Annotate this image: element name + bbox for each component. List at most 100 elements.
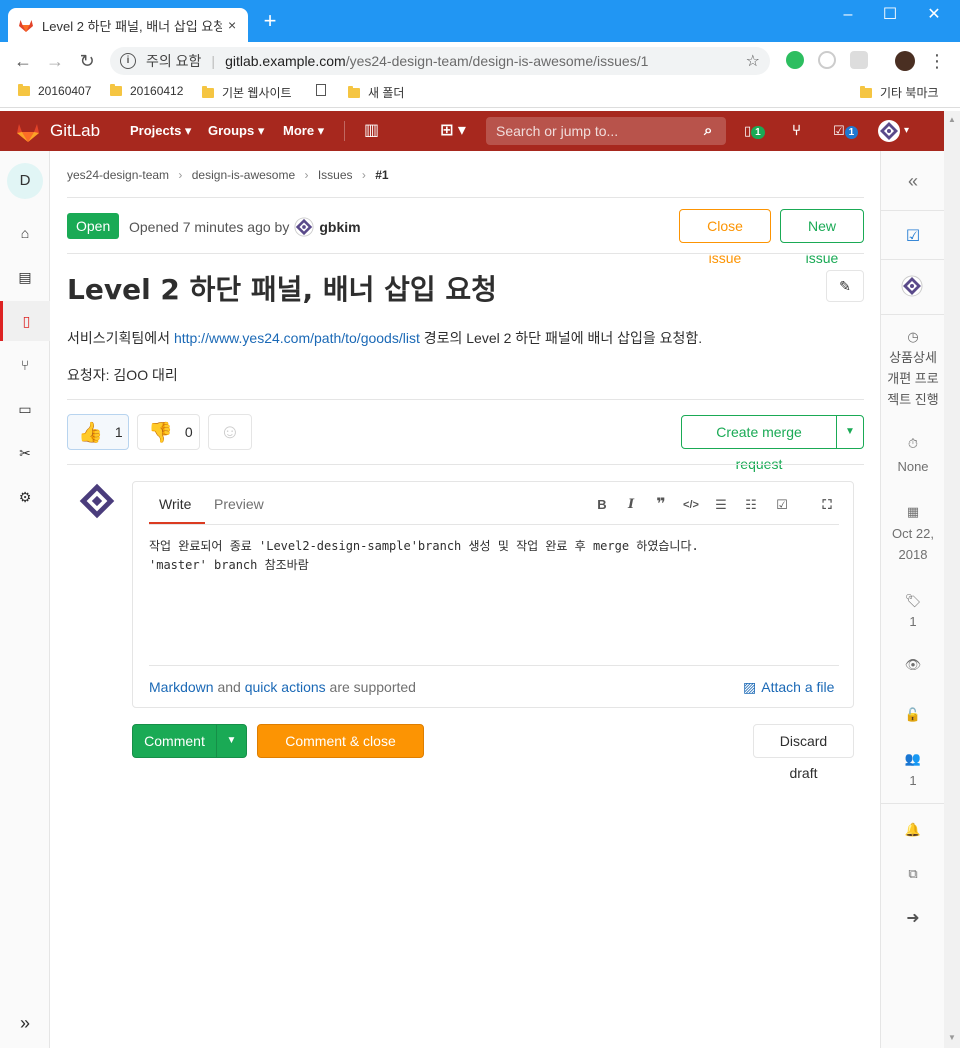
browser-tab[interactable]: Level 2 하단 패널, 배너 삽입 요청 - × xyxy=(8,8,248,42)
collapse-sidebar-icon[interactable]: « xyxy=(881,171,945,192)
gitlab-logo-icon[interactable] xyxy=(16,120,40,142)
italic-icon[interactable]: I xyxy=(622,496,640,514)
bookmark-item[interactable]: 20160407 xyxy=(18,84,91,98)
settings-gear-icon[interactable]: ⚙ xyxy=(0,477,50,517)
fullscreen-icon[interactable]: ⛶ xyxy=(818,496,836,514)
labels-icon[interactable]: 🏷 xyxy=(881,590,945,611)
bookmark-item[interactable] xyxy=(316,84,332,96)
tab-close-icon[interactable]: × xyxy=(228,17,236,33)
merge-requests-icon[interactable]: ⑂ xyxy=(792,111,801,151)
nav-more[interactable]: More ▾ xyxy=(283,111,324,151)
add-reaction-button[interactable]: ☺ xyxy=(208,414,252,450)
page-scrollbar[interactable]: ▲ ▼ xyxy=(944,111,960,1048)
bookmark-item[interactable]: 20160412 xyxy=(110,84,183,98)
time-tracking-icon[interactable]: ⏱ xyxy=(881,433,945,454)
nav-projects[interactable]: Projects ▾ xyxy=(130,111,191,151)
search-input[interactable]: Search or jump to... xyxy=(486,117,726,145)
lock-icon[interactable]: 🔓 xyxy=(881,704,945,725)
author-avatar[interactable] xyxy=(294,217,314,237)
scroll-up-icon[interactable]: ▲ xyxy=(948,115,956,124)
project-sidebar: D ⌂ ▤ ▯ ⑂ ▭ ✂ ⚙ » xyxy=(0,151,50,1048)
bold-icon[interactable]: B xyxy=(593,496,611,514)
scroll-down-icon[interactable]: ▼ xyxy=(948,1033,956,1042)
issues-icon[interactable]: ▯ 1 xyxy=(744,111,765,151)
new-issue-button[interactable]: New issue xyxy=(780,209,864,266)
attach-file-button[interactable]: ▨ Attach a file xyxy=(743,679,834,696)
menu-icon[interactable]: ⋮ xyxy=(926,50,948,72)
quote-icon[interactable]: ❞ xyxy=(652,496,670,514)
expand-sidebar-icon[interactable]: » xyxy=(0,1003,50,1043)
gitlab-brand[interactable]: GitLab xyxy=(50,111,100,151)
editor-footer-divider xyxy=(149,665,839,666)
header-divider xyxy=(344,121,345,141)
extension-icon[interactable] xyxy=(818,51,836,69)
info-icon[interactable]: i xyxy=(120,53,136,69)
confidentiality-eye-icon[interactable]: 👁 xyxy=(881,654,945,675)
breadcrumb-group[interactable]: yes24-design-team xyxy=(67,168,169,182)
extension-icon[interactable] xyxy=(850,51,868,69)
todo-checkbox-icon[interactable]: ☑ xyxy=(881,226,945,247)
comment-dropdown-icon[interactable]: ▼ xyxy=(216,724,247,758)
bookmark-item[interactable]: 기본 웹사이트 xyxy=(202,84,292,101)
tab-preview[interactable]: Preview xyxy=(214,496,264,512)
minimize-icon[interactable]: – xyxy=(828,4,868,26)
code-icon[interactable]: </> xyxy=(682,496,700,514)
comment-close-button[interactable]: Comment & close issue xyxy=(257,724,424,781)
evernote-extension-icon[interactable] xyxy=(786,51,804,69)
opened-text: Opened 7 minutes ago by xyxy=(129,219,290,235)
activity-chart-icon[interactable]: ▥ xyxy=(364,111,379,151)
commenter-avatar[interactable] xyxy=(78,482,116,520)
address-bar[interactable]: i 주의 요함 | gitlab.example.com /yes24-desi… xyxy=(110,47,770,75)
forward-icon[interactable]: → xyxy=(44,50,66,72)
close-window-icon[interactable]: ✕ xyxy=(914,4,954,26)
calendar-icon[interactable]: ▦ xyxy=(881,501,945,522)
quick-actions-link[interactable]: quick actions xyxy=(245,679,326,695)
description-link[interactable]: http://www.yes24.com/path/to/goods/list xyxy=(174,330,420,346)
thumbs-down-button[interactable]: 👎 0 xyxy=(137,414,200,450)
chevron-down-icon[interactable]: ▾ xyxy=(904,111,909,151)
other-bookmarks[interactable]: 기타 북마크 xyxy=(860,84,939,101)
todos-icon[interactable]: ☑ 1 xyxy=(833,111,859,151)
project-home-icon[interactable]: ⌂ xyxy=(0,213,50,253)
markdown-link[interactable]: Markdown xyxy=(149,679,214,695)
user-avatar[interactable] xyxy=(878,120,900,142)
notifications-bell-icon[interactable]: 🔔 xyxy=(881,819,945,840)
issues-nav-icon[interactable]: ▯ xyxy=(0,301,50,341)
assignee-avatar[interactable] xyxy=(901,275,923,297)
breadcrumb-project[interactable]: design-is-awesome xyxy=(192,168,295,182)
copy-reference-icon[interactable]: ⧉ xyxy=(881,863,945,884)
breadcrumb-issues[interactable]: Issues xyxy=(318,168,353,182)
bookmark-item[interactable]: 새 폴더 xyxy=(348,84,404,101)
bullet-list-icon[interactable]: ☰ xyxy=(712,496,730,514)
comment-textarea[interactable]: 작업 완료되어 종료 'Level2-design-sample'branch … xyxy=(149,537,839,575)
close-issue-button[interactable]: Close issue xyxy=(679,209,771,266)
author-name[interactable]: gbkim xyxy=(319,219,360,235)
comment-button[interactable]: Comment xyxy=(132,724,217,758)
thumbs-up-button[interactable]: 👍 1 xyxy=(67,414,129,450)
bookmark-star-icon[interactable]: ☆ xyxy=(746,51,760,71)
plus-icon[interactable]: ⊞ ▾ xyxy=(440,111,466,151)
nav-groups[interactable]: Groups ▾ xyxy=(208,111,264,151)
snippets-icon[interactable]: ✂ xyxy=(0,433,50,473)
edit-pencil-icon[interactable]: ✎ xyxy=(826,270,864,302)
task-list-icon[interactable]: ☑ xyxy=(773,496,791,514)
merge-requests-nav-icon[interactable]: ⑂ xyxy=(0,345,50,385)
reload-icon[interactable]: ↻ xyxy=(76,50,98,72)
create-merge-request-button[interactable]: Create merge request xyxy=(681,415,837,472)
milestone-value[interactable]: 상품상세 개편 프로젝트 진행 xyxy=(881,347,945,410)
participants-count: 1 xyxy=(909,773,917,788)
breadcrumb-current[interactable]: #1 xyxy=(375,168,388,182)
discard-draft-button[interactable]: Discard draft xyxy=(753,724,854,781)
milestone-clock-icon[interactable]: ◷ xyxy=(881,326,945,347)
tab-write[interactable]: Write xyxy=(159,496,191,512)
wiki-icon[interactable]: ▭ xyxy=(0,389,50,429)
numbered-list-icon[interactable]: ☷ xyxy=(742,496,760,514)
new-tab-button[interactable]: + xyxy=(258,10,282,34)
back-icon[interactable]: ← xyxy=(12,50,34,72)
profile-avatar[interactable] xyxy=(895,51,915,71)
maximize-icon[interactable]: ☐ xyxy=(870,4,910,26)
move-issue-icon[interactable]: ➜ xyxy=(881,908,945,929)
project-avatar[interactable]: D xyxy=(7,163,43,199)
repository-icon[interactable]: ▤ xyxy=(0,257,50,297)
merge-request-dropdown-icon[interactable]: ▼ xyxy=(836,415,864,449)
